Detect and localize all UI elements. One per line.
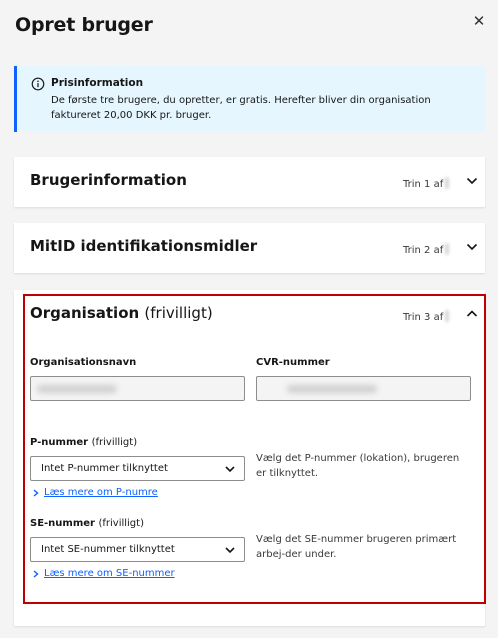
chevron-up-icon[interactable]	[466, 309, 478, 319]
se-number-help-text: Vælg det SE-nummer brugeren primært arbe…	[256, 534, 457, 560]
chevron-down-icon	[225, 547, 235, 554]
chevron-down-icon[interactable]	[466, 242, 478, 252]
section-brugerinformation: Brugerinformation Trin 1 af	[14, 157, 485, 207]
step-indicator: Trin 1 af	[403, 177, 450, 190]
se-number-read-more-link[interactable]: Læs mere om SE-nummer	[44, 568, 175, 579]
section-header-organisation[interactable]: Organisation (frivilligt) Trin 3 af	[14, 290, 485, 338]
cvr-number-field	[256, 376, 471, 401]
chevron-down-icon[interactable]	[466, 176, 478, 186]
section-title: MitID identifikationsmidler	[30, 237, 258, 255]
section-organisation: Organisation (frivilligt) Trin 3 af Orga…	[14, 290, 485, 626]
organisation-name-label: Organisationsnavn	[30, 357, 137, 368]
step-indicator: Trin 3 af	[403, 310, 450, 323]
chevron-right-icon	[33, 489, 39, 497]
price-info-banner: Prisinformation De første tre brugere, d…	[14, 66, 485, 132]
info-title: Prisinformation	[51, 77, 144, 89]
p-number-label: P-nummer (frivilligt)	[30, 437, 138, 448]
chevron-right-icon	[33, 570, 39, 578]
page-title: Opret bruger	[15, 14, 153, 36]
info-icon	[31, 77, 45, 91]
p-number-read-more-link[interactable]: Læs mere om P-numre	[44, 487, 158, 498]
step-indicator: Trin 2 af	[403, 243, 450, 256]
se-number-label: SE-nummer (frivilligt)	[30, 518, 144, 529]
cvr-number-label: CVR-nummer	[256, 357, 330, 368]
se-number-select[interactable]: Intet SE-nummer tilknyttet	[30, 537, 245, 562]
se-number-select-value: Intet SE-nummer tilknyttet	[41, 544, 175, 555]
p-number-select-value: Intet P-nummer tilknyttet	[41, 463, 168, 474]
organisation-name-field	[30, 376, 245, 401]
section-title: Organisation (frivilligt)	[30, 304, 213, 322]
section-header-mitid[interactable]: MitID identifikationsmidler Trin 2 af	[14, 223, 485, 271]
redacted-value	[37, 385, 117, 393]
chevron-down-icon	[225, 466, 235, 473]
redacted-value	[287, 385, 377, 393]
p-number-select[interactable]: Intet P-nummer tilknyttet	[30, 456, 245, 481]
info-text: De første tre brugere, du opretter, er g…	[51, 95, 431, 121]
section-title: Brugerinformation	[30, 171, 187, 189]
p-number-help-text: Vælg det P-nummer (lokation), brugeren e…	[256, 453, 460, 479]
modal-header: Opret bruger ✕	[0, 0, 498, 56]
section-mitid: MitID identifikationsmidler Trin 2 af	[14, 223, 485, 273]
section-header-brugerinformation[interactable]: Brugerinformation Trin 1 af	[14, 157, 485, 205]
close-icon[interactable]: ✕	[470, 12, 488, 30]
